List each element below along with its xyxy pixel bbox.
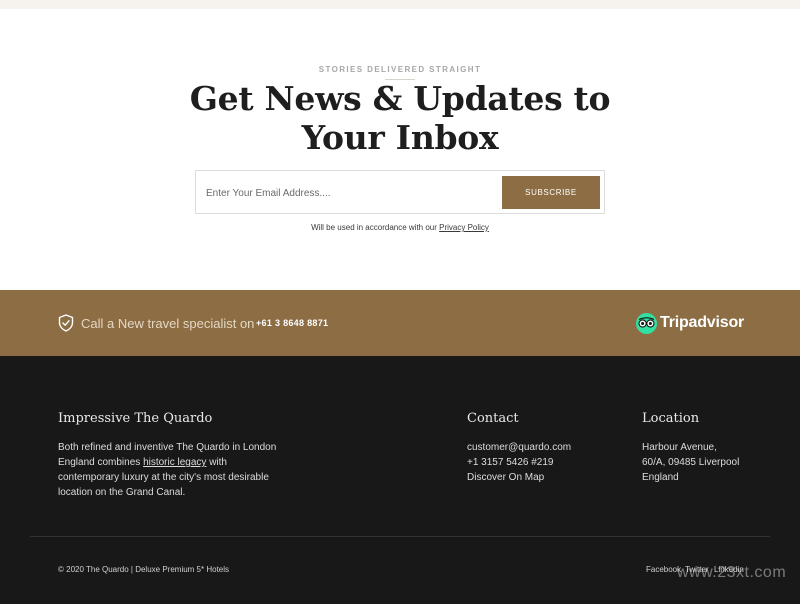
historic-legacy-link[interactable]: historic legacy bbox=[143, 457, 206, 468]
contact-email-link[interactable]: customer@quardo.com bbox=[467, 440, 571, 455]
privacy-policy-link[interactable]: Privacy Policy bbox=[439, 223, 489, 232]
about-line-2: England combines historic legacy with bbox=[58, 455, 288, 470]
about-line-4: location on the Grand Canal. bbox=[58, 487, 186, 498]
location-title: Location bbox=[642, 411, 700, 426]
footer-divider bbox=[30, 536, 770, 537]
location-line-3: England bbox=[642, 472, 679, 483]
subscribe-button[interactable]: SUBSCRIBE bbox=[502, 176, 600, 209]
specialist-band: Call a New travel specialist on +61 3 86… bbox=[0, 290, 800, 356]
about-line-2-suffix: with bbox=[209, 457, 227, 468]
privacy-note-text: Will be used in accordance with our bbox=[311, 223, 437, 232]
contact-block: customer@quardo.com +1 3157 5426 #219 Di… bbox=[467, 440, 571, 485]
tripadvisor-badge[interactable]: Tripadvisor bbox=[636, 312, 744, 334]
about-title: Impressive The Quardo bbox=[58, 411, 213, 426]
top-strip bbox=[0, 0, 800, 9]
email-input[interactable] bbox=[206, 179, 496, 207]
site-footer: Impressive The Quardo Both refined and i… bbox=[0, 356, 800, 604]
owl-eyes-icon bbox=[636, 312, 657, 334]
subscribe-form: SUBSCRIBE bbox=[195, 170, 605, 214]
copyright: © 2020 The Quardo | Deluxe Premium 5* Ho… bbox=[58, 565, 230, 574]
headline-line-2: Your Inbox bbox=[301, 118, 499, 157]
newsletter-eyebrow: STORIES DELIVERED STRAIGHT bbox=[318, 65, 482, 74]
headline-line-1: Get News & Updates to bbox=[189, 79, 611, 118]
newsletter-section: STORIES DELIVERED STRAIGHT Get News & Up… bbox=[0, 9, 800, 290]
privacy-note: Will be used in accordance with our Priv… bbox=[0, 223, 800, 232]
contact-phone[interactable]: +1 3157 5426 #219 bbox=[467, 455, 571, 470]
location-line-2: 60/A, 09485 Liverpool bbox=[642, 457, 740, 468]
about-line-1: Both refined and inventive The Quardo in… bbox=[58, 442, 277, 453]
about-line-3: contemporary luxury at the city's most d… bbox=[58, 472, 269, 483]
contact-title: Contact bbox=[467, 411, 519, 426]
location-block: Harbour Avenue, 60/A, 09485 Liverpool En… bbox=[642, 440, 739, 485]
shield-check-icon bbox=[58, 314, 74, 332]
watermark: www.23xt.com bbox=[677, 564, 787, 581]
location-line-1: Harbour Avenue, bbox=[642, 442, 717, 453]
specialist-text: Call a New travel specialist on bbox=[81, 316, 255, 331]
newsletter-headline: Get News & Updates to Your Inbox bbox=[0, 79, 800, 157]
about-line-2-prefix: England combines bbox=[58, 457, 141, 468]
about-text: Both refined and inventive The Quardo in… bbox=[58, 440, 288, 500]
specialist-phone[interactable]: +61 3 8648 8871 bbox=[256, 318, 328, 328]
facebook-link[interactable]: Facebook bbox=[646, 565, 681, 574]
tripadvisor-label: Tripadvisor bbox=[660, 314, 745, 331]
discover-map-link[interactable]: Discover On Map bbox=[467, 470, 571, 485]
